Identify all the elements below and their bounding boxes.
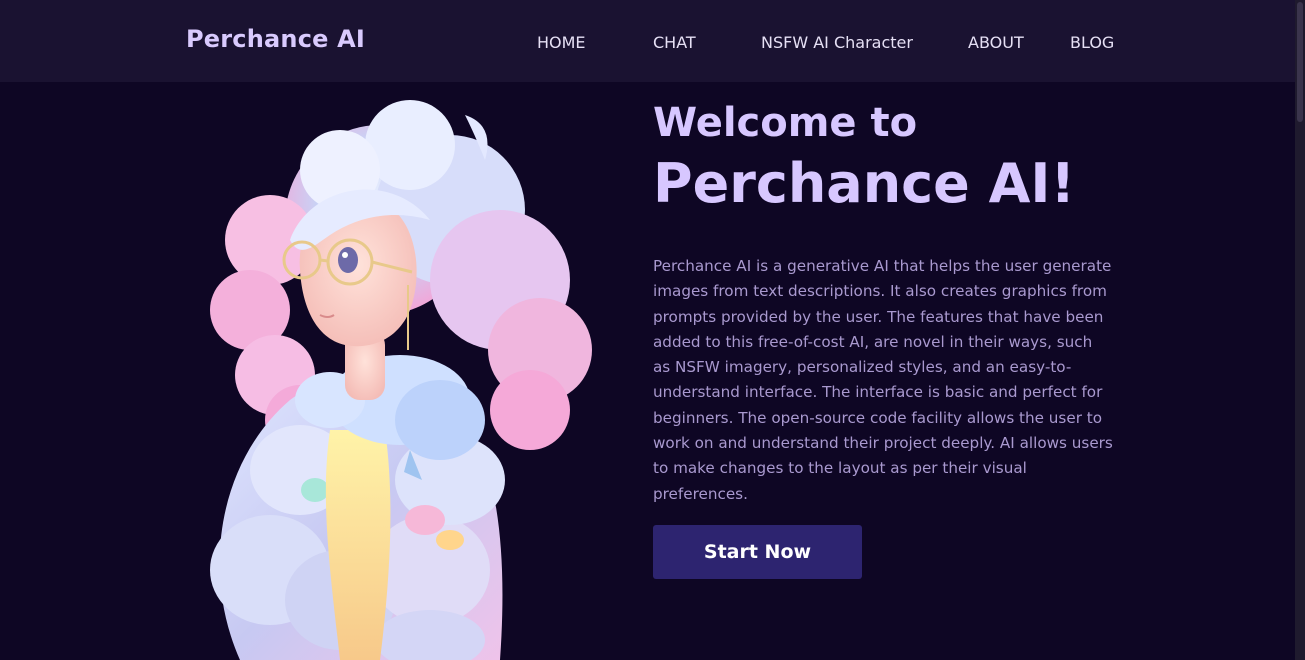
page-scrollbar[interactable] [1295, 0, 1305, 660]
nav-link-chat[interactable]: CHAT [653, 33, 696, 52]
hero-title-line-2: Perchance AI! [653, 152, 1076, 215]
site-logo[interactable]: Perchance AI [186, 25, 365, 53]
nav-link-about[interactable]: ABOUT [968, 33, 1024, 52]
hero-character-image [210, 100, 592, 660]
site-header: Perchance AI HOME CHAT NSFW AI Character… [0, 0, 1305, 82]
hero-description: Perchance AI is a generative AI that hel… [653, 257, 1113, 503]
nav-link-home[interactable]: HOME [537, 33, 586, 52]
nav-link-nsfw-ai-character[interactable]: NSFW AI Character [761, 33, 913, 52]
nav-link-blog[interactable]: BLOG [1070, 33, 1114, 52]
start-now-button[interactable]: Start Now [653, 525, 862, 579]
scrollbar-thumb[interactable] [1297, 2, 1303, 122]
page: Perchance AI HOME CHAT NSFW AI Character… [0, 0, 1305, 660]
hero-title-line-1: Welcome to [653, 100, 918, 146]
